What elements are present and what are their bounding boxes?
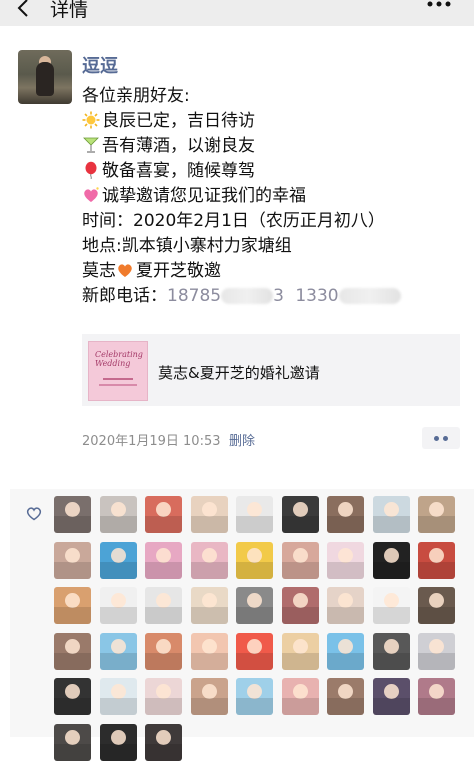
liker-avatar[interactable] bbox=[99, 541, 137, 579]
liker-avatar[interactable] bbox=[99, 678, 137, 715]
likes-panel bbox=[10, 489, 474, 761]
delete-link[interactable]: 删除 bbox=[229, 430, 255, 449]
liker-avatar[interactable] bbox=[372, 541, 410, 579]
liker-avatar[interactable] bbox=[418, 587, 455, 624]
text-line: 时间：2020年2月1日（农历正月初八） bbox=[82, 211, 385, 231]
liker-avatar[interactable] bbox=[54, 632, 91, 670]
redacted-blur bbox=[338, 288, 401, 304]
text-line: 莫志 夏开芝敬邀 bbox=[82, 261, 221, 281]
liker-avatar[interactable] bbox=[418, 496, 455, 533]
link-title: 莫志&夏开芝的婚礼邀请 bbox=[158, 364, 320, 382]
liker-avatar[interactable] bbox=[54, 678, 91, 715]
author-name[interactable]: 逗逗 bbox=[82, 52, 118, 78]
heart-outline-icon bbox=[26, 507, 42, 521]
liker-avatar[interactable] bbox=[190, 541, 228, 579]
orange-heart-emoji-icon bbox=[118, 264, 132, 277]
phone-number-2[interactable]: 1330 bbox=[295, 286, 401, 306]
liker-avatar[interactable] bbox=[99, 587, 137, 624]
liker-avatar[interactable] bbox=[372, 678, 410, 715]
liker-avatar[interactable] bbox=[327, 496, 364, 533]
liker-avatar[interactable] bbox=[281, 496, 319, 533]
liker-avatar[interactable] bbox=[190, 632, 228, 670]
cocktail-emoji-icon bbox=[83, 137, 99, 153]
liker-avatar[interactable] bbox=[281, 587, 319, 624]
phone-number-1[interactable]: 18785 3 bbox=[167, 286, 284, 306]
redacted-blur bbox=[221, 288, 274, 304]
post-timestamp: 2020年1月19日 10:53 bbox=[82, 434, 221, 449]
text-line: 地点:凯本镇小寨村力家塘组 bbox=[82, 236, 292, 256]
like-comment-button[interactable] bbox=[422, 427, 460, 449]
liker-avatar[interactable] bbox=[54, 541, 91, 579]
liker-avatar[interactable] bbox=[99, 632, 137, 670]
liker-avatar[interactable] bbox=[327, 632, 364, 670]
liker-avatar[interactable] bbox=[190, 496, 228, 533]
liker-avatar[interactable] bbox=[281, 678, 319, 715]
liker-avatar[interactable] bbox=[372, 587, 410, 624]
liker-avatar[interactable] bbox=[327, 541, 364, 579]
liker-avatar[interactable] bbox=[54, 723, 91, 761]
liker-avatar[interactable] bbox=[327, 587, 364, 624]
liker-avatar[interactable] bbox=[372, 632, 410, 670]
liker-avatar[interactable] bbox=[372, 496, 410, 533]
liker-avatar[interactable] bbox=[54, 496, 91, 533]
liker-avatar[interactable] bbox=[327, 678, 364, 715]
liker-avatar[interactable] bbox=[418, 678, 455, 715]
liker-avatar[interactable] bbox=[418, 632, 455, 670]
liker-avatar[interactable] bbox=[236, 496, 273, 533]
back-arrow-icon[interactable] bbox=[14, 0, 34, 18]
liker-avatar[interactable] bbox=[145, 632, 182, 670]
more-options-icon[interactable] bbox=[426, 0, 452, 10]
liker-avatar[interactable] bbox=[236, 587, 273, 624]
text-line: 敬备喜宴，随候尊驾 bbox=[82, 159, 462, 184]
liker-avatar[interactable] bbox=[145, 541, 182, 579]
shared-link-card[interactable]: Celebrating Wedding 莫志&夏开芝的婚礼邀请 bbox=[82, 334, 460, 406]
liker-avatar[interactable] bbox=[99, 496, 137, 533]
liker-avatar[interactable] bbox=[145, 587, 182, 624]
liker-avatar[interactable] bbox=[236, 541, 273, 579]
liker-avatar[interactable] bbox=[190, 587, 228, 624]
liker-avatar[interactable] bbox=[99, 723, 137, 761]
text-line: 吾有薄酒，以谢良友 bbox=[82, 134, 462, 159]
invitation-thumbnail: Celebrating Wedding bbox=[88, 341, 148, 401]
liker-avatar[interactable] bbox=[145, 723, 182, 761]
liker-avatar[interactable] bbox=[281, 541, 319, 579]
text-line: 良辰已定，吉日待访 bbox=[82, 109, 462, 134]
liker-avatar[interactable] bbox=[418, 541, 455, 579]
text-line: 诚挚邀请您见证我们的幸福 bbox=[82, 184, 462, 209]
author-avatar[interactable] bbox=[18, 50, 72, 104]
liker-avatar[interactable] bbox=[54, 587, 91, 624]
post-text: 各位亲朋好友: 良辰已定，吉日待访 吾有薄酒，以谢良友 敬备喜宴，随候尊驾 诚挚… bbox=[82, 84, 462, 309]
text-line: 新郎电话：18785 3 1330 bbox=[82, 284, 462, 309]
liker-avatar[interactable] bbox=[145, 678, 182, 715]
sun-emoji-icon bbox=[82, 111, 100, 129]
liker-avatar[interactable] bbox=[145, 496, 182, 533]
balloon-emoji-icon bbox=[85, 161, 97, 179]
liker-avatar[interactable] bbox=[281, 632, 319, 670]
nav-header: 详情 bbox=[0, 0, 474, 26]
liker-avatar[interactable] bbox=[236, 632, 273, 670]
text-line: 各位亲朋好友: bbox=[82, 86, 190, 106]
sparkling-heart-emoji-icon bbox=[84, 187, 99, 202]
liker-avatar[interactable] bbox=[190, 678, 228, 715]
thumbnail-text: Celebrating Wedding bbox=[95, 350, 143, 368]
liker-avatar[interactable] bbox=[236, 678, 273, 715]
page-title: 详情 bbox=[50, 0, 89, 21]
